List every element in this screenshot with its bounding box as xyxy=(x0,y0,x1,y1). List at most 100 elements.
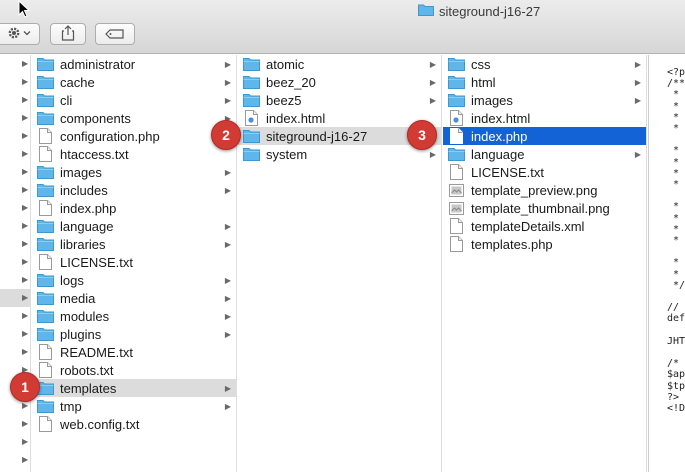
disclosure-arrow-icon: ▶ xyxy=(224,221,232,231)
item-label: includes xyxy=(60,182,108,198)
disclosure-arrow-icon[interactable]: ▶ xyxy=(22,131,28,140)
list-item[interactable]: cache ▶ xyxy=(32,73,236,91)
code-line: JHT xyxy=(667,335,685,347)
list-item[interactable]: templateDetails.xml xyxy=(443,217,646,235)
item-label: system xyxy=(266,146,308,162)
parent-column[interactable]: ▶▶▶▶▶▶▶▶▶▶▶▶▶▶▶▶▶▶▶▶▶▶▶ xyxy=(0,55,31,472)
list-item[interactable]: template_preview.png xyxy=(443,181,646,199)
list-item[interactable]: language ▶ xyxy=(443,145,646,163)
list-item[interactable]: images ▶ xyxy=(443,91,646,109)
item-label: html xyxy=(471,74,496,90)
disclosure-arrow-icon[interactable]: ▶ xyxy=(22,221,28,230)
folder-icon xyxy=(37,75,54,90)
list-item[interactable]: atomic ▶ xyxy=(238,55,441,73)
window-title: siteground-j16-27 xyxy=(418,3,540,19)
disclosure-arrow-icon: ▶ xyxy=(429,59,437,69)
folder-icon xyxy=(448,75,465,90)
list-item[interactable]: html ▶ xyxy=(443,73,646,91)
list-item[interactable]: beez5 ▶ xyxy=(238,91,441,109)
disclosure-arrow-icon[interactable]: ▶ xyxy=(22,419,28,428)
item-label: configuration.php xyxy=(60,128,160,144)
list-item[interactable]: index.html xyxy=(443,109,646,127)
disclosure-arrow-icon: ▶ xyxy=(224,275,232,285)
step-badge-2: 2 xyxy=(211,120,241,150)
list-item[interactable]: tmp ▶ xyxy=(32,397,236,415)
item-label: index.html xyxy=(266,110,326,126)
list-item[interactable]: htaccess.txt xyxy=(32,145,236,163)
folder-icon xyxy=(243,75,260,90)
list-item[interactable]: LICENSE.txt xyxy=(443,163,646,181)
item-label: cache xyxy=(60,74,95,90)
disclosure-arrow-icon[interactable]: ▶ xyxy=(22,329,28,338)
disclosure-arrow-icon[interactable]: ▶ xyxy=(22,203,28,212)
disclosure-arrow-icon[interactable]: ▶ xyxy=(22,293,28,302)
list-item[interactable]: libraries ▶ xyxy=(32,235,236,253)
list-item[interactable]: logs ▶ xyxy=(32,271,236,289)
list-item[interactable]: web.config.txt xyxy=(32,415,236,433)
list-item[interactable]: templates ▶ xyxy=(32,379,236,397)
list-item[interactable]: language ▶ xyxy=(32,217,236,235)
list-item[interactable]: modules ▶ xyxy=(32,307,236,325)
disclosure-arrow-icon[interactable]: ▶ xyxy=(22,275,28,284)
item-label: images xyxy=(60,164,102,180)
tag-icon xyxy=(105,27,125,42)
column-siteground-template[interactable]: css ▶ html ▶ images ▶ index.html index.php langu… xyxy=(443,55,647,472)
folder-icon xyxy=(37,327,54,342)
disclosure-arrow-icon[interactable]: ▶ xyxy=(22,437,28,446)
folder-icon xyxy=(37,57,54,72)
list-item[interactable]: LICENSE.txt xyxy=(32,253,236,271)
list-item[interactable]: images ▶ xyxy=(32,163,236,181)
list-item[interactable]: includes ▶ xyxy=(32,181,236,199)
list-item[interactable]: robots.txt xyxy=(32,361,236,379)
list-item[interactable]: configuration.php xyxy=(32,127,236,145)
list-item[interactable]: templates.php xyxy=(443,235,646,253)
list-item[interactable]: index.php xyxy=(32,199,236,217)
disclosure-arrow-icon[interactable]: ▶ xyxy=(22,95,28,104)
list-item[interactable]: components ▶ xyxy=(32,109,236,127)
disclosure-arrow-icon: ▶ xyxy=(224,401,232,411)
folder-icon xyxy=(37,93,54,108)
disclosure-arrow-icon[interactable]: ▶ xyxy=(22,149,28,158)
share-button[interactable] xyxy=(50,23,86,45)
list-item[interactable]: index.php xyxy=(443,127,646,145)
disclosure-arrow-icon: ▶ xyxy=(224,311,232,321)
code-line: <?p xyxy=(667,67,685,78)
list-item[interactable]: media ▶ xyxy=(32,289,236,307)
disclosure-arrow-icon[interactable]: ▶ xyxy=(22,401,28,410)
disclosure-arrow-icon[interactable]: ▶ xyxy=(22,347,28,356)
disclosure-arrow-icon[interactable]: ▶ xyxy=(22,167,28,176)
disclosure-arrow-icon[interactable]: ▶ xyxy=(22,239,28,248)
list-item[interactable]: system ▶ xyxy=(238,145,441,163)
disclosure-arrow-icon[interactable]: ▶ xyxy=(22,185,28,194)
disclosure-arrow-icon: ▶ xyxy=(429,77,437,87)
item-label: administrator xyxy=(60,56,136,72)
disclosure-arrow-icon[interactable]: ▶ xyxy=(22,257,28,266)
disclosure-arrow-icon[interactable]: ▶ xyxy=(22,455,28,464)
list-item[interactable]: template_thumbnail.png xyxy=(443,199,646,217)
disclosure-arrow-icon: ▶ xyxy=(429,95,437,105)
edit-tags-button[interactable] xyxy=(95,23,135,45)
item-label: images xyxy=(471,92,513,108)
column-templates[interactable]: atomic ▶ beez_20 ▶ beez5 ▶ index.html sitegroun… xyxy=(238,55,442,472)
code-line: * xyxy=(667,257,680,269)
item-label: components xyxy=(60,110,131,126)
disclosure-arrow-icon[interactable]: ▶ xyxy=(22,77,28,86)
list-item[interactable]: cli ▶ xyxy=(32,91,236,109)
item-label: LICENSE.txt xyxy=(60,254,133,270)
disclosure-arrow-icon[interactable]: ▶ xyxy=(22,311,28,320)
disclosure-arrow-icon: ▶ xyxy=(224,167,232,177)
disclosure-arrow-icon[interactable]: ▶ xyxy=(22,59,28,68)
column-joomla-root[interactable]: administrator ▶ cache ▶ cli ▶ components ▶ confi… xyxy=(32,55,237,472)
item-label: plugins xyxy=(60,326,102,342)
code-line: $ap xyxy=(667,369,685,381)
action-menu-button[interactable] xyxy=(0,23,40,45)
list-item[interactable]: administrator ▶ xyxy=(32,55,236,73)
list-item[interactable]: README.txt xyxy=(32,343,236,361)
disclosure-arrow-icon[interactable]: ▶ xyxy=(22,113,28,122)
list-item[interactable]: beez_20 ▶ xyxy=(238,73,441,91)
disclosure-arrow-icon: ▶ xyxy=(224,95,232,105)
list-item[interactable]: css ▶ xyxy=(443,55,646,73)
folder-icon xyxy=(448,57,465,72)
list-item[interactable]: plugins ▶ xyxy=(32,325,236,343)
document-icon xyxy=(37,344,54,360)
